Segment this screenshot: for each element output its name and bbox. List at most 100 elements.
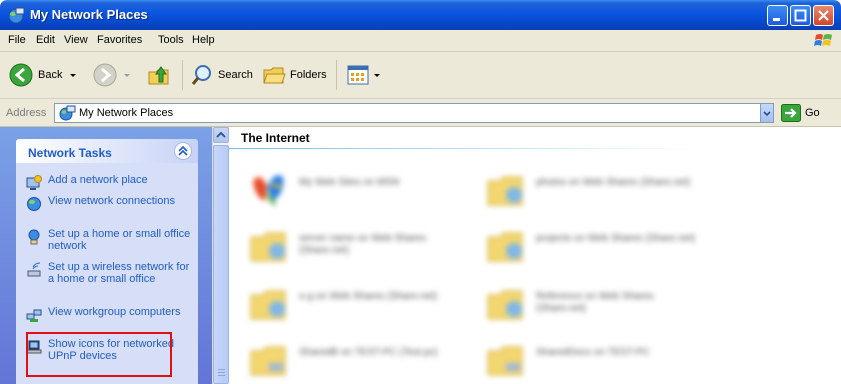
home-network-icon [28, 229, 40, 245]
windows-logo-icon [814, 34, 832, 46]
wireless-network-icon [27, 262, 41, 277]
back-arrow-icon [9, 63, 33, 87]
title-bar: My Network Places [0, 0, 841, 30]
address-bar: Address My Network Places Go [0, 99, 841, 127]
chevron-down-icon [374, 74, 380, 77]
forward-button[interactable] [92, 62, 132, 88]
network-place-item[interactable]: Reference on Web Shares (Share.net) [484, 281, 704, 331]
toolbar-separator [336, 60, 337, 90]
menu-file[interactable]: File [8, 34, 26, 46]
content-area: The Internet My Web Sites on MSN photos … [229, 127, 841, 384]
toolbar-separator [182, 60, 183, 90]
window-title: My Network Places [30, 7, 148, 22]
network-places-icon [59, 105, 76, 121]
highlight-box [26, 332, 172, 377]
network-tasks-title: Network Tasks [28, 146, 112, 160]
chevron-down-icon [124, 74, 130, 77]
scroll-up-button[interactable] [213, 127, 229, 143]
maximize-button[interactable] [790, 5, 811, 26]
maximize-icon [794, 9, 807, 22]
web-folder-icon [250, 290, 286, 320]
go-label: Go [805, 107, 820, 119]
web-folder-icon [487, 232, 523, 262]
menu-help[interactable]: Help [192, 34, 215, 46]
add-network-place-icon [26, 175, 42, 190]
scroll-grip [218, 375, 225, 376]
web-folder-icon [250, 232, 286, 262]
menu-bar: File Edit View Favorites Tools Help [0, 30, 841, 52]
collapse-button[interactable] [174, 142, 192, 160]
menu-edit[interactable]: Edit [36, 34, 55, 46]
address-value: My Network Places [79, 107, 174, 119]
views-icon [347, 65, 369, 85]
back-button[interactable]: Back [8, 62, 78, 88]
search-button[interactable]: Search [190, 62, 253, 88]
network-place-item[interactable]: SharedDocs on TEST-PC [484, 337, 704, 384]
task-add-network-place[interactable]: Add a network place [26, 174, 191, 191]
task-view-workgroup-computers[interactable]: View workgroup computers [26, 306, 191, 323]
network-place-item[interactable]: e.g on Web Shares (Share.net) [247, 281, 467, 331]
up-folder-icon [148, 66, 169, 85]
search-label: Search [218, 69, 253, 81]
network-place-label: projects on Web Shares (Share.net) [536, 233, 696, 244]
task-setup-wireless-network[interactable]: Set up a wireless network for a home or … [26, 261, 191, 285]
chevron-up-double-icon [178, 145, 188, 156]
network-tasks-header[interactable]: Network Tasks [16, 139, 198, 163]
close-icon [818, 10, 829, 21]
folders-icon [263, 67, 286, 84]
task-pane-scrollbar[interactable] [212, 127, 229, 384]
network-connections-icon [27, 197, 41, 211]
task-label: Set up a home or small office network [48, 228, 191, 252]
scroll-grip [218, 372, 225, 373]
task-label: View network connections [48, 195, 175, 207]
chevron-down-icon [763, 111, 771, 117]
go-arrow-icon [781, 104, 801, 122]
views-button[interactable] [346, 62, 382, 88]
group-divider [229, 148, 699, 149]
network-place-label: Reference on Web Shares (Share.net) [536, 291, 654, 314]
minimize-icon [773, 18, 780, 21]
up-folder-button[interactable] [146, 62, 172, 88]
workgroup-icon [26, 309, 42, 322]
menu-tools[interactable]: Tools [158, 34, 184, 46]
network-place-label: server name on Web Shares (Share.net) [299, 233, 427, 256]
network-share-icon [487, 346, 523, 376]
chevron-up-icon [216, 131, 226, 138]
address-dropdown-button[interactable] [760, 103, 774, 123]
task-label: View workgroup computers [48, 306, 181, 318]
network-places-icon [8, 7, 25, 24]
network-share-icon [250, 346, 286, 376]
network-place-label: SharedB on TEST-PC (Test.pc) [299, 347, 438, 358]
network-place-label: photos on Web Shares (Share.net) [536, 177, 691, 188]
address-input[interactable]: My Network Places [54, 103, 774, 123]
scroll-grip [218, 369, 225, 370]
network-place-item[interactable]: My Web Sites on MSN [247, 167, 467, 217]
web-folder-icon [487, 290, 523, 320]
msn-butterfly-icon [253, 175, 284, 206]
menu-favorites[interactable]: Favorites [97, 34, 142, 46]
toolbar: Back Search Folders [0, 52, 841, 99]
forward-arrow-icon [93, 63, 117, 87]
network-place-label: My Web Sites on MSN [299, 177, 400, 188]
close-button[interactable] [813, 5, 834, 26]
network-place-item[interactable]: server name on Web Shares (Share.net) [247, 223, 467, 273]
task-setup-home-network[interactable]: Set up a home or small office network [26, 228, 191, 252]
network-place-item[interactable]: SharedB on TEST-PC (Test.pc) [247, 337, 467, 384]
web-folder-icon [487, 176, 523, 206]
network-place-item[interactable]: projects on Web Shares (Share.net) [484, 223, 704, 273]
network-place-label: SharedDocs on TEST-PC [536, 347, 650, 358]
group-title: The Internet [241, 131, 310, 145]
menu-view[interactable]: View [64, 34, 88, 46]
folders-label: Folders [290, 69, 327, 81]
search-icon [191, 65, 211, 85]
go-button[interactable]: Go [781, 103, 820, 123]
task-label: Add a network place [48, 174, 148, 186]
minimize-button[interactable] [767, 5, 788, 26]
network-place-label: e.g on Web Shares (Share.net) [299, 291, 438, 302]
folders-button[interactable]: Folders [262, 62, 327, 88]
task-label: Set up a wireless network for a home or … [48, 261, 190, 285]
network-place-item[interactable]: photos on Web Shares (Share.net) [484, 167, 704, 217]
task-view-network-connections[interactable]: View network connections [26, 195, 191, 212]
scroll-thumb[interactable] [213, 145, 229, 384]
chevron-down-icon [70, 74, 77, 77]
